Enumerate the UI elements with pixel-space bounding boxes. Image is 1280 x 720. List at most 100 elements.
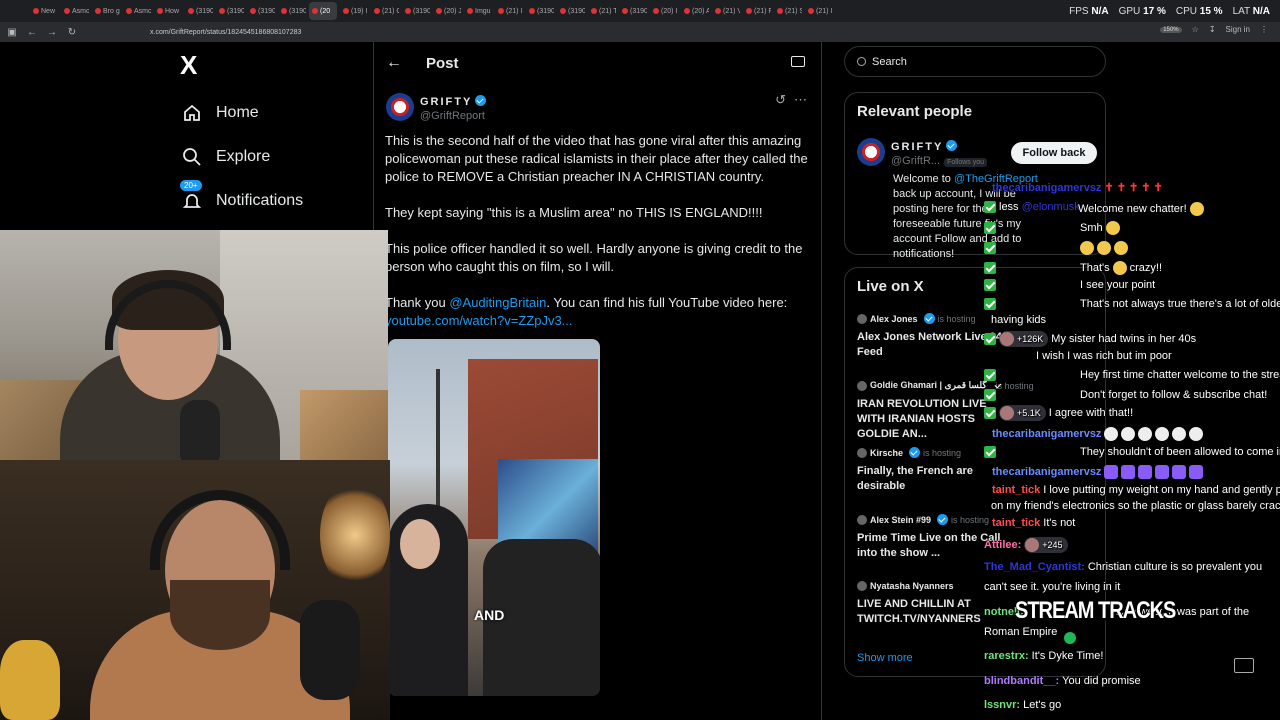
browser-tab[interactable]: (21) I: [805, 2, 833, 20]
relevant-user[interactable]: GRIFTY @GriftR... Follows you: [857, 137, 988, 167]
tab-favicon-icon: [219, 8, 225, 14]
download-icon[interactable]: ↧: [1209, 25, 1216, 34]
sidebar-toggle-icon[interactable]: ▣: [4, 24, 20, 40]
relevant-user-handle[interactable]: @GriftR...: [891, 155, 940, 167]
tab-label: (3190: [413, 7, 430, 15]
browser-tab[interactable]: (20) A: [681, 2, 709, 20]
browser-tab[interactable]: Bro g: [92, 2, 120, 20]
browser-tab[interactable]: How: [154, 2, 182, 20]
fps-label: FPS N/A: [1069, 5, 1109, 17]
browser-tab[interactable]: (21) I: [495, 2, 523, 20]
search-input[interactable]: Search: [844, 46, 1106, 77]
author-name[interactable]: GRIFTY: [420, 96, 472, 108]
nav-item-label: Explore: [216, 148, 271, 165]
skull-emote-icon: [1189, 427, 1204, 441]
browser-tab[interactable]: (3190: [278, 2, 306, 20]
mention-link[interactable]: @AuditingBritain: [449, 295, 546, 310]
youtube-link[interactable]: youtube.com/watch?v=ZZpJv3...: [385, 313, 573, 328]
browser-tab[interactable]: (21) C: [371, 2, 399, 20]
browser-tab[interactable]: (21) T: [588, 2, 616, 20]
url-field[interactable]: x.com/GriftReport/status/182454518680810…: [150, 29, 301, 36]
reload-icon[interactable]: ↻: [64, 24, 80, 40]
more-options-icon[interactable]: ⋯: [794, 92, 807, 108]
tab-label: (19) I: [351, 7, 368, 15]
post-tools: ↺ ⋯: [775, 92, 807, 108]
check-icon: [984, 389, 996, 401]
browser-tab[interactable]: (20) J: [433, 2, 461, 20]
browser-tab[interactable]: (21) V: [712, 2, 740, 20]
tab-label: (3190: [630, 7, 647, 15]
skull-emote-icon: [1121, 427, 1136, 441]
browser-tab[interactable]: (20: [309, 2, 337, 20]
tab-favicon-icon: [281, 8, 287, 14]
follow-back-button[interactable]: Follow back: [1011, 142, 1097, 164]
avatar[interactable]: [857, 138, 885, 166]
tab-favicon-icon: [684, 8, 690, 14]
tab-favicon-icon: [498, 8, 504, 14]
menu-icon[interactable]: ⋮: [1260, 25, 1268, 34]
tab-favicon-icon: [374, 8, 380, 14]
back-arrow-icon[interactable]: ←: [24, 24, 40, 40]
tab-label: (20) J: [444, 7, 461, 15]
browser-tab[interactable]: New: [30, 2, 58, 20]
host-avatar: [857, 514, 867, 525]
browser-tab[interactable]: (3190: [185, 2, 213, 20]
verified-badge-icon: [909, 447, 921, 458]
nav-item-explore[interactable]: Explore: [180, 135, 370, 179]
browser-tab[interactable]: (21) S: [774, 2, 802, 20]
browser-tab[interactable]: (19) I: [340, 2, 368, 20]
chat-message: Welcome new chatter!: [1078, 202, 1204, 216]
zoom-level[interactable]: 150%: [1160, 26, 1182, 33]
tab-favicon-icon: [653, 8, 659, 14]
reader-mode-icon[interactable]: [791, 56, 805, 67]
verified-badge-icon: [923, 313, 935, 324]
host-avatar: [857, 313, 867, 324]
chat-message: +126K My sister had twins in her 40s: [984, 331, 1196, 347]
star-icon[interactable]: ☆: [1192, 25, 1199, 34]
address-bar-actions: 150% ☆ ↧ Sign in ⋮: [1160, 25, 1268, 34]
messages-icon[interactable]: [1234, 658, 1254, 673]
author-handle[interactable]: @GriftReport: [420, 110, 486, 122]
browser-tab[interactable]: (20) I: [650, 2, 678, 20]
tab-label: Asmo: [72, 7, 89, 15]
nav-item-home[interactable]: Home: [180, 91, 370, 135]
browser-tab[interactable]: (21) F: [743, 2, 771, 20]
browser-tab[interactable]: (3190: [557, 2, 585, 20]
bell-icon: 20+: [180, 180, 204, 213]
chat-message: thecaribanigamervsz: [992, 427, 1204, 441]
tab-label: (20) I: [661, 7, 678, 15]
show-more-link[interactable]: Show more: [857, 652, 913, 664]
tab-label: (20: [320, 7, 331, 15]
post-author[interactable]: GRIFTY @GriftReport: [386, 92, 487, 122]
browser-tab[interactable]: (3190: [619, 2, 647, 20]
tab-label: New: [41, 7, 56, 15]
browser-tab[interactable]: Imgu: [464, 2, 492, 20]
spotify-icon: [1064, 632, 1076, 644]
tab-favicon-icon: [250, 8, 256, 14]
tab-label: (21) T: [599, 7, 616, 15]
x-logo[interactable]: X: [180, 50, 370, 81]
grok-icon[interactable]: ↺: [775, 92, 786, 108]
browser-tab[interactable]: (3190: [216, 2, 244, 20]
signin-button[interactable]: Sign in: [1226, 25, 1250, 34]
relevant-user-name[interactable]: GRIFTY: [891, 141, 943, 153]
post-video[interactable]: AND: [388, 339, 600, 696]
back-arrow-icon[interactable]: ←: [386, 54, 416, 72]
browser-tab[interactable]: Asmo: [123, 2, 151, 20]
forward-arrow-icon[interactable]: →: [44, 24, 60, 40]
browser-tab[interactable]: (3190: [526, 2, 554, 20]
relevant-people-title: Relevant people: [857, 103, 973, 120]
avatar[interactable]: [386, 93, 414, 121]
chat-message: having kids: [991, 314, 1047, 326]
tab-label: (20) A: [692, 7, 709, 15]
browser-tab[interactable]: (3190: [402, 2, 430, 20]
microphone-icon: [300, 600, 360, 700]
tab-label: (3190: [568, 7, 585, 15]
emote-icon: [1112, 261, 1127, 275]
check-icon: [984, 333, 996, 345]
nav-item-notifications[interactable]: 20+ Notifications: [180, 179, 370, 223]
browser-tab[interactable]: Asmo: [61, 2, 89, 20]
microphone-icon: [180, 400, 220, 460]
browser-tab[interactable]: (3190: [247, 2, 275, 20]
check-icon: [984, 262, 996, 274]
